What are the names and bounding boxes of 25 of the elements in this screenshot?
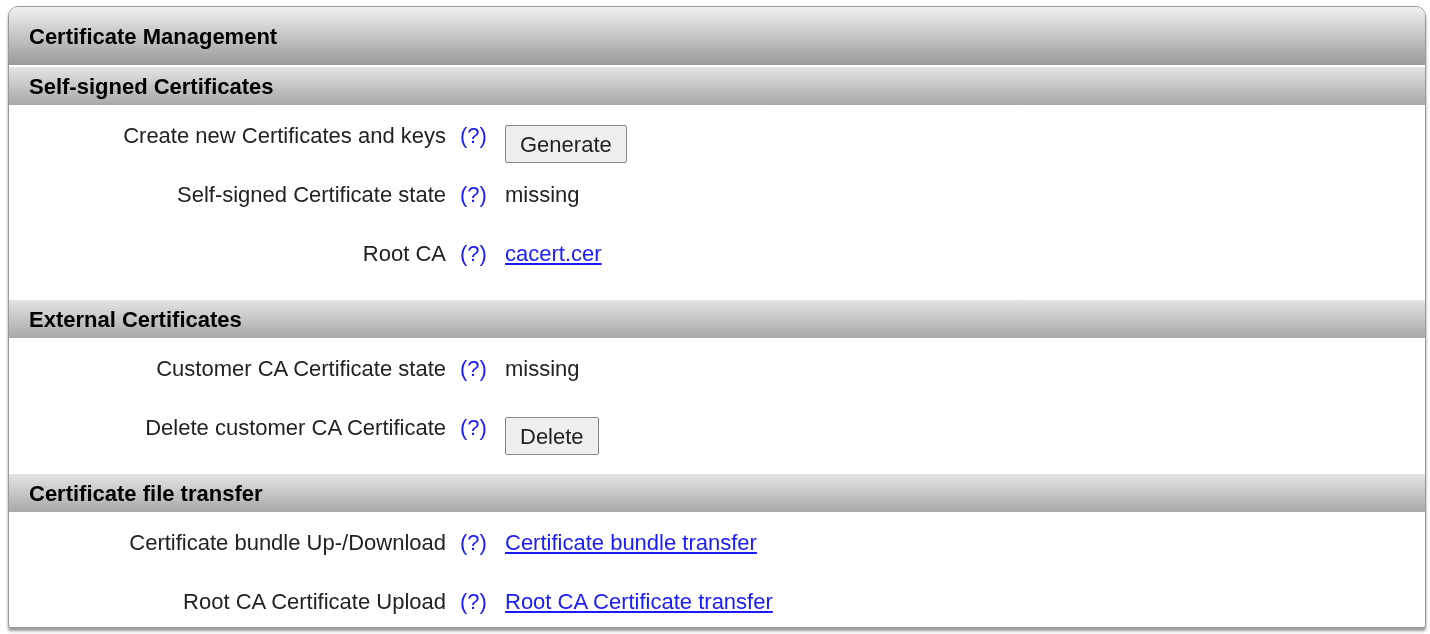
row-label: Delete customer CA Certificate — [144, 414, 446, 442]
help-link[interactable]: (?) — [460, 352, 505, 385]
action-button[interactable]: Generate — [505, 125, 627, 163]
row-label: Root CA Certificate Upload — [182, 588, 446, 616]
help-link[interactable]: (?) — [460, 526, 505, 559]
row-label: Create new Certificates and keys — [122, 122, 446, 150]
help-link[interactable]: (?) — [460, 237, 505, 270]
help-link[interactable]: (?) — [460, 178, 505, 211]
help-link[interactable]: (?) — [460, 585, 505, 618]
file-link[interactable]: Root CA Certificate transfer — [505, 589, 773, 614]
row-label: Certificate bundle Up-/Download — [128, 529, 446, 557]
file-link[interactable]: Certificate bundle transfer — [505, 530, 757, 555]
row-label: Root CA — [361, 240, 446, 268]
row-label: Customer CA Certificate state — [155, 355, 446, 383]
help-link[interactable]: (?) — [460, 411, 505, 444]
state-value: missing — [505, 356, 580, 381]
section-title: Certificate file transfer — [29, 480, 263, 508]
file-link[interactable]: cacert.cer — [505, 241, 602, 266]
section-title: External Certificates — [29, 306, 242, 334]
section-title: Self-signed Certificates — [29, 73, 274, 101]
panel-title: Certificate Management — [29, 22, 278, 51]
row-label: Self-signed Certificate state — [175, 181, 446, 209]
state-value: missing — [505, 182, 580, 207]
action-button[interactable]: Delete — [505, 417, 599, 455]
help-link[interactable]: (?) — [460, 119, 505, 152]
